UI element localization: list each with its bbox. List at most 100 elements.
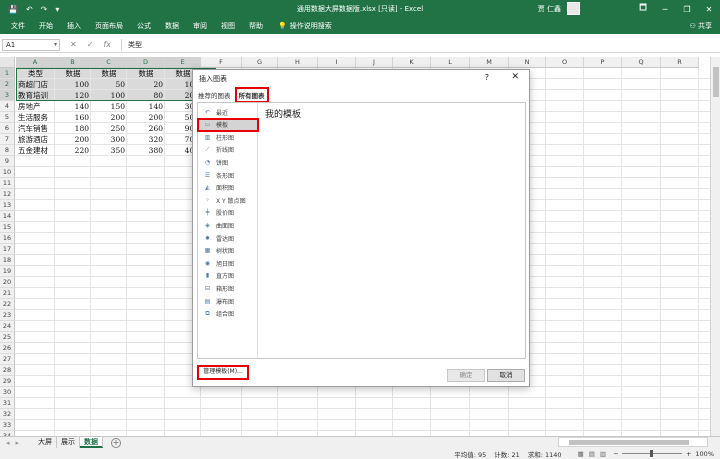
sheet-tab-data[interactable]: 数据: [80, 437, 103, 448]
chart-type-item[interactable]: ◭ 面积图: [198, 182, 258, 194]
row-header[interactable]: 25: [0, 332, 15, 343]
help-icon[interactable]: ?: [485, 73, 489, 82]
tab-help[interactable]: 帮助: [242, 21, 270, 31]
row-header[interactable]: 9: [0, 156, 15, 167]
column-header[interactable]: B: [55, 57, 91, 68]
chart-type-item[interactable]: ⟋ 折线图: [198, 144, 258, 156]
avatar[interactable]: [567, 2, 580, 15]
chart-type-item[interactable]: ⧉ 组合图: [198, 308, 258, 320]
row-header[interactable]: 15: [0, 222, 15, 233]
table-cell[interactable]: 220: [55, 145, 91, 156]
chart-type-item[interactable]: ↶ 最近: [198, 106, 258, 118]
normal-view-icon[interactable]: ▦: [578, 450, 584, 458]
chart-type-item[interactable]: ▤ 瀑布图: [198, 295, 258, 307]
row-header[interactable]: 19: [0, 266, 15, 277]
table-cell[interactable]: 260: [127, 123, 165, 134]
table-cell[interactable]: 200: [55, 134, 91, 145]
tab-file[interactable]: 文件: [4, 21, 32, 31]
row-header[interactable]: 32: [0, 409, 15, 420]
page-layout-view-icon[interactable]: ▤: [589, 450, 595, 458]
column-header[interactable]: H: [278, 57, 318, 68]
tell-me-search[interactable]: 💡 操作说明搜索: [270, 21, 340, 31]
table-cell[interactable]: 350: [91, 145, 127, 156]
undo-icon[interactable]: ↶: [26, 5, 33, 14]
table-cell[interactable]: 250: [91, 123, 127, 134]
row-header[interactable]: 28: [0, 365, 15, 376]
minimize-icon[interactable]: ─: [654, 0, 676, 18]
user-area[interactable]: 贾 仁鑫: [538, 2, 580, 15]
chart-type-item[interactable]: ◉ 旭日图: [198, 257, 258, 269]
row-header[interactable]: 5: [0, 112, 15, 123]
chart-type-item[interactable]: ▭ 模板: [197, 117, 259, 132]
column-header[interactable]: D: [127, 57, 165, 68]
name-box[interactable]: A1: [2, 38, 60, 51]
restore-icon[interactable]: ❐: [676, 0, 698, 18]
tab-insert[interactable]: 插入: [60, 21, 88, 31]
table-cell[interactable]: 140: [55, 101, 91, 112]
customize-toolbar-icon[interactable]: ▾: [55, 5, 59, 14]
sheet-tab-dashboard[interactable]: 大屏: [34, 437, 57, 448]
table-cell[interactable]: 房地产: [16, 101, 55, 112]
chart-type-item[interactable]: ⊟ 箱形图: [198, 282, 258, 294]
row-header[interactable]: 4: [0, 101, 15, 112]
table-cell[interactable]: 180: [55, 123, 91, 134]
vertical-scroll-thumb[interactable]: [713, 67, 719, 97]
table-cell[interactable]: 320: [127, 134, 165, 145]
row-header[interactable]: 7: [0, 134, 15, 145]
table-cell[interactable]: 300: [91, 134, 127, 145]
next-sheet-icon[interactable]: ▸: [16, 439, 20, 447]
row-header[interactable]: 21: [0, 288, 15, 299]
column-header[interactable]: A: [16, 57, 55, 68]
tab-all-charts[interactable]: 所有图表: [234, 87, 269, 103]
insert-function-icon[interactable]: fx: [103, 40, 111, 49]
table-cell[interactable]: 160: [55, 112, 91, 123]
column-header[interactable]: Q: [622, 57, 661, 68]
row-header[interactable]: 2: [0, 79, 15, 90]
row-header[interactable]: 8: [0, 145, 15, 156]
row-header[interactable]: 6: [0, 123, 15, 134]
chart-type-item[interactable]: ✸ 雷达图: [198, 232, 258, 244]
table-cell[interactable]: 旅游酒店: [16, 134, 55, 145]
tab-recommended-charts[interactable]: 推荐的图表: [196, 90, 233, 100]
chart-type-item[interactable]: ▮ 直方图: [198, 270, 258, 282]
column-header[interactable]: G: [242, 57, 278, 68]
row-header[interactable]: 29: [0, 376, 15, 387]
table-cell[interactable]: 200: [127, 112, 165, 123]
add-sheet-button[interactable]: +: [111, 437, 121, 448]
ok-button[interactable]: 确定: [447, 369, 485, 382]
select-all-corner[interactable]: [0, 57, 15, 68]
table-cell[interactable]: 汽车销售: [16, 123, 55, 134]
zoom-out-icon[interactable]: ─: [614, 450, 618, 458]
chart-type-item[interactable]: ╪ 股价图: [198, 207, 258, 219]
horizontal-scroll-thumb[interactable]: [569, 440, 689, 445]
row-header[interactable]: 18: [0, 255, 15, 266]
chart-type-item[interactable]: ⁘ X Y 散点图: [198, 194, 258, 206]
tab-page-layout[interactable]: 页面布局: [88, 21, 130, 31]
zoom-in-icon[interactable]: +: [686, 450, 691, 458]
row-header[interactable]: 11: [0, 178, 15, 189]
column-header[interactable]: E: [165, 57, 201, 68]
column-header[interactable]: K: [393, 57, 431, 68]
row-header[interactable]: 23: [0, 310, 15, 321]
sheet-tab-display[interactable]: 展示: [57, 437, 80, 448]
chart-type-item[interactable]: ▥ 柱形图: [198, 131, 258, 143]
table-cell[interactable]: 150: [91, 101, 127, 112]
table-cell[interactable]: 140: [127, 101, 165, 112]
manage-templates-button[interactable]: 管理模板(M)...: [197, 365, 249, 380]
table-cell[interactable]: 五金建材: [16, 145, 55, 156]
tab-data[interactable]: 数据: [158, 21, 186, 31]
formula-input[interactable]: 类型: [120, 38, 720, 51]
close-icon[interactable]: ✕: [698, 0, 720, 18]
chart-type-item[interactable]: ▦ 树状图: [198, 245, 258, 257]
zoom-level[interactable]: 100%: [695, 450, 714, 458]
row-header[interactable]: 13: [0, 200, 15, 211]
chart-type-item[interactable]: ◔ 饼图: [198, 156, 258, 168]
row-header[interactable]: 24: [0, 321, 15, 332]
dialog-close-icon[interactable]: ✕: [511, 72, 519, 82]
row-header[interactable]: 30: [0, 387, 15, 398]
ribbon-display-icon[interactable]: 🗖: [632, 0, 654, 18]
row-header[interactable]: 22: [0, 299, 15, 310]
row-header[interactable]: 10: [0, 167, 15, 178]
confirm-edit-icon[interactable]: ✓: [87, 40, 94, 49]
row-header[interactable]: 31: [0, 398, 15, 409]
